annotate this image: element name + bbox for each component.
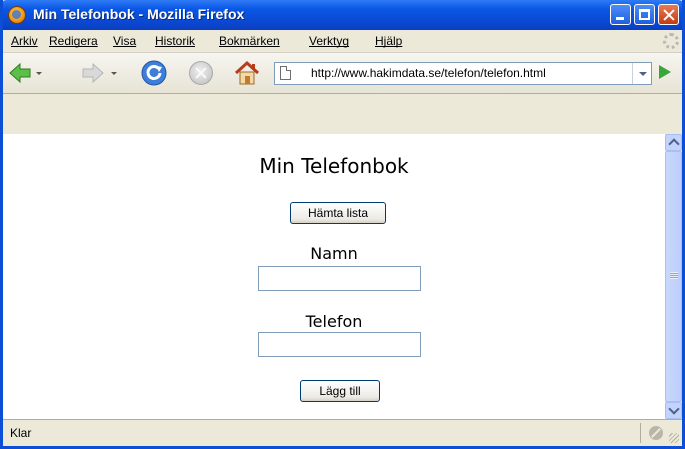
scroll-down-button[interactable]	[665, 402, 682, 419]
reload-icon[interactable]	[141, 60, 167, 86]
close-button[interactable]	[658, 4, 679, 25]
menu-visa[interactable]: Visa	[113, 34, 136, 48]
url-history-dropdown-button[interactable]	[632, 63, 651, 84]
name-label: Namn	[310, 244, 358, 263]
fetch-list-button[interactable]: Hämta lista	[290, 202, 386, 224]
scroll-grip-icon	[670, 272, 678, 279]
vertical-scrollbar[interactable]	[665, 134, 682, 419]
phone-label: Telefon	[305, 312, 363, 331]
menu-arkiv[interactable]: Arkiv	[11, 34, 38, 48]
maximize-button[interactable]	[634, 4, 655, 25]
menu-bokmarken[interactable]: Bokmärken	[219, 34, 280, 48]
stop-icon[interactable]	[189, 61, 213, 85]
forward-arrow-icon[interactable]	[82, 62, 104, 84]
back-history-chevron-down-icon[interactable]	[36, 72, 42, 75]
status-divider	[640, 423, 641, 443]
add-button[interactable]: Lägg till	[300, 380, 380, 402]
menu-verktyg[interactable]: Verktyg	[309, 34, 349, 48]
address-bar[interactable]: http://www.hakimdata.se/telefon/telefon.…	[274, 62, 652, 85]
firefox-icon	[8, 6, 26, 24]
minimize-button[interactable]	[610, 4, 631, 25]
throbber-icon	[663, 33, 679, 49]
page-icon	[280, 66, 291, 80]
menu-hjalp[interactable]: Hjälp	[375, 34, 402, 48]
scroll-up-button[interactable]	[665, 134, 682, 151]
navigation-toolbar: http://www.hakimdata.se/telefon/telefon.…	[3, 53, 682, 94]
status-text: Klar	[10, 426, 32, 440]
browser-window: Min Telefonbok - Mozilla Firefox Arkiv R…	[0, 0, 685, 449]
go-icon[interactable]	[659, 65, 671, 79]
page-content: Min Telefonbok Hämta lista Namn Telefon …	[3, 134, 665, 419]
menu-redigera[interactable]: Redigera	[49, 34, 98, 48]
home-icon[interactable]	[233, 59, 261, 87]
forward-history-chevron-down-icon[interactable]	[111, 72, 117, 75]
page-title: Min Telefonbok	[259, 154, 409, 178]
menu-historik[interactable]: Historik	[155, 34, 195, 48]
status-bar: Klar	[3, 419, 682, 446]
security-icon	[649, 426, 663, 440]
window-title: Min Telefonbok - Mozilla Firefox	[33, 6, 245, 22]
menu-bar: Arkiv Redigera Visa Historik Bokmärken V…	[3, 30, 682, 53]
name-input[interactable]	[258, 266, 421, 291]
phone-input[interactable]	[258, 332, 421, 357]
back-arrow-icon[interactable]	[9, 62, 31, 84]
url-text[interactable]: http://www.hakimdata.se/telefon/telefon.…	[311, 66, 546, 80]
scroll-thumb[interactable]	[665, 151, 682, 402]
title-bar: Min Telefonbok - Mozilla Firefox	[3, 0, 682, 30]
resize-grip[interactable]	[669, 433, 679, 443]
